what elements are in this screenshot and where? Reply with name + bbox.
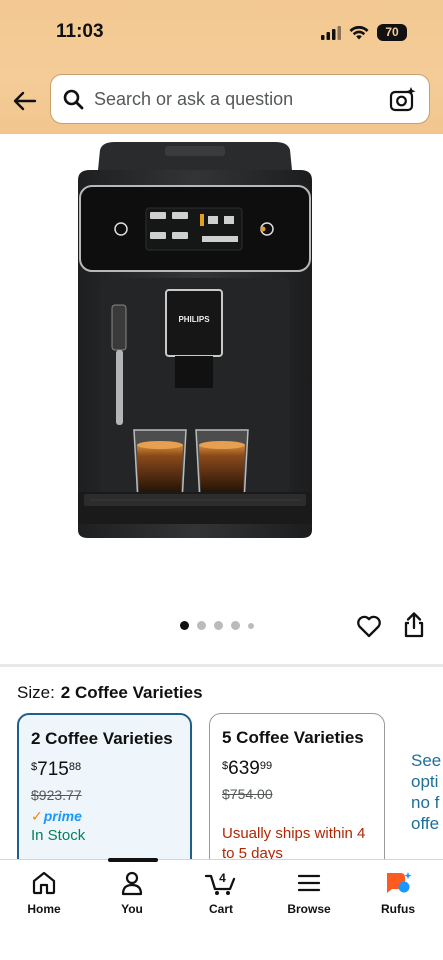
carousel-dot[interactable] xyxy=(248,622,254,629)
status-icons: 70 xyxy=(321,24,407,41)
wifi-icon xyxy=(349,25,369,39)
search-icon xyxy=(63,89,84,109)
bottom-tab-bar: Home You 4 Cart Browse Rufus xyxy=(0,858,443,960)
carousel-dot[interactable] xyxy=(180,621,189,630)
option-list-price: $923.77 xyxy=(31,787,82,803)
size-selector-label: Size: 2 Coffee Varieties xyxy=(17,683,203,703)
cart-count-badge: 4 xyxy=(219,871,226,885)
option-availability: In Stock xyxy=(31,827,86,844)
product-image[interactable]: PHILIPS xyxy=(70,140,320,545)
cellular-icon xyxy=(321,25,341,40)
tab-rufus[interactable]: Rufus xyxy=(358,870,438,916)
brand-mark: PHILIPS xyxy=(178,315,210,324)
size-option-card[interactable]: 5 Coffee Varieties $63999 $754.00 Usuall… xyxy=(209,713,385,873)
carousel-dot[interactable] xyxy=(231,621,240,630)
carousel-dot[interactable] xyxy=(197,621,206,630)
camera-sparkle-icon xyxy=(389,87,416,112)
status-time: 11:03 xyxy=(56,21,104,42)
person-icon xyxy=(121,871,143,896)
size-selected-value: 2 Coffee Varieties xyxy=(60,683,203,702)
search-input[interactable] xyxy=(94,88,374,110)
rufus-icon xyxy=(387,872,412,893)
cart-icon: 4 xyxy=(204,871,236,895)
share-button[interactable] xyxy=(401,611,427,639)
heart-icon xyxy=(357,615,381,638)
prime-badge: ✓prime xyxy=(31,808,82,824)
tab-browse[interactable]: Browse xyxy=(269,870,349,916)
battery-indicator: 70 xyxy=(377,24,407,41)
prime-check-icon: ✓ xyxy=(31,808,43,824)
active-tab-indicator xyxy=(108,858,158,862)
wishlist-button[interactable] xyxy=(355,612,383,640)
home-icon xyxy=(32,871,56,895)
option-list-price: $754.00 xyxy=(222,786,273,802)
option-price: $63999 xyxy=(222,758,273,779)
image-carousel-indicator[interactable] xyxy=(180,621,254,630)
tab-home[interactable]: Home xyxy=(4,870,84,916)
tab-cart[interactable]: 4 Cart xyxy=(181,870,261,916)
size-option-card[interactable]: 2 Coffee Varieties $71588 $923.77 ✓prime… xyxy=(17,713,192,873)
arrow-left-icon xyxy=(13,91,37,111)
option-price: $71588 xyxy=(31,759,82,780)
menu-icon xyxy=(297,874,321,892)
option-title: 2 Coffee Varieties xyxy=(31,729,173,748)
option-shipping: Usually ships within 4 to 5 days xyxy=(222,825,366,862)
tab-you[interactable]: You xyxy=(92,870,172,916)
search-bar[interactable] xyxy=(50,74,430,124)
share-icon xyxy=(404,612,424,638)
option-title: 5 Coffee Varieties xyxy=(222,728,364,747)
header: 11:03 70 xyxy=(0,0,443,134)
section-divider xyxy=(0,664,443,667)
back-button[interactable] xyxy=(10,86,40,116)
see-more-options-link[interactable]: See opti no f offe xyxy=(411,750,441,834)
carousel-dot[interactable] xyxy=(214,621,223,630)
size-label: Size: xyxy=(17,683,55,702)
camera-search-button[interactable] xyxy=(389,86,417,114)
